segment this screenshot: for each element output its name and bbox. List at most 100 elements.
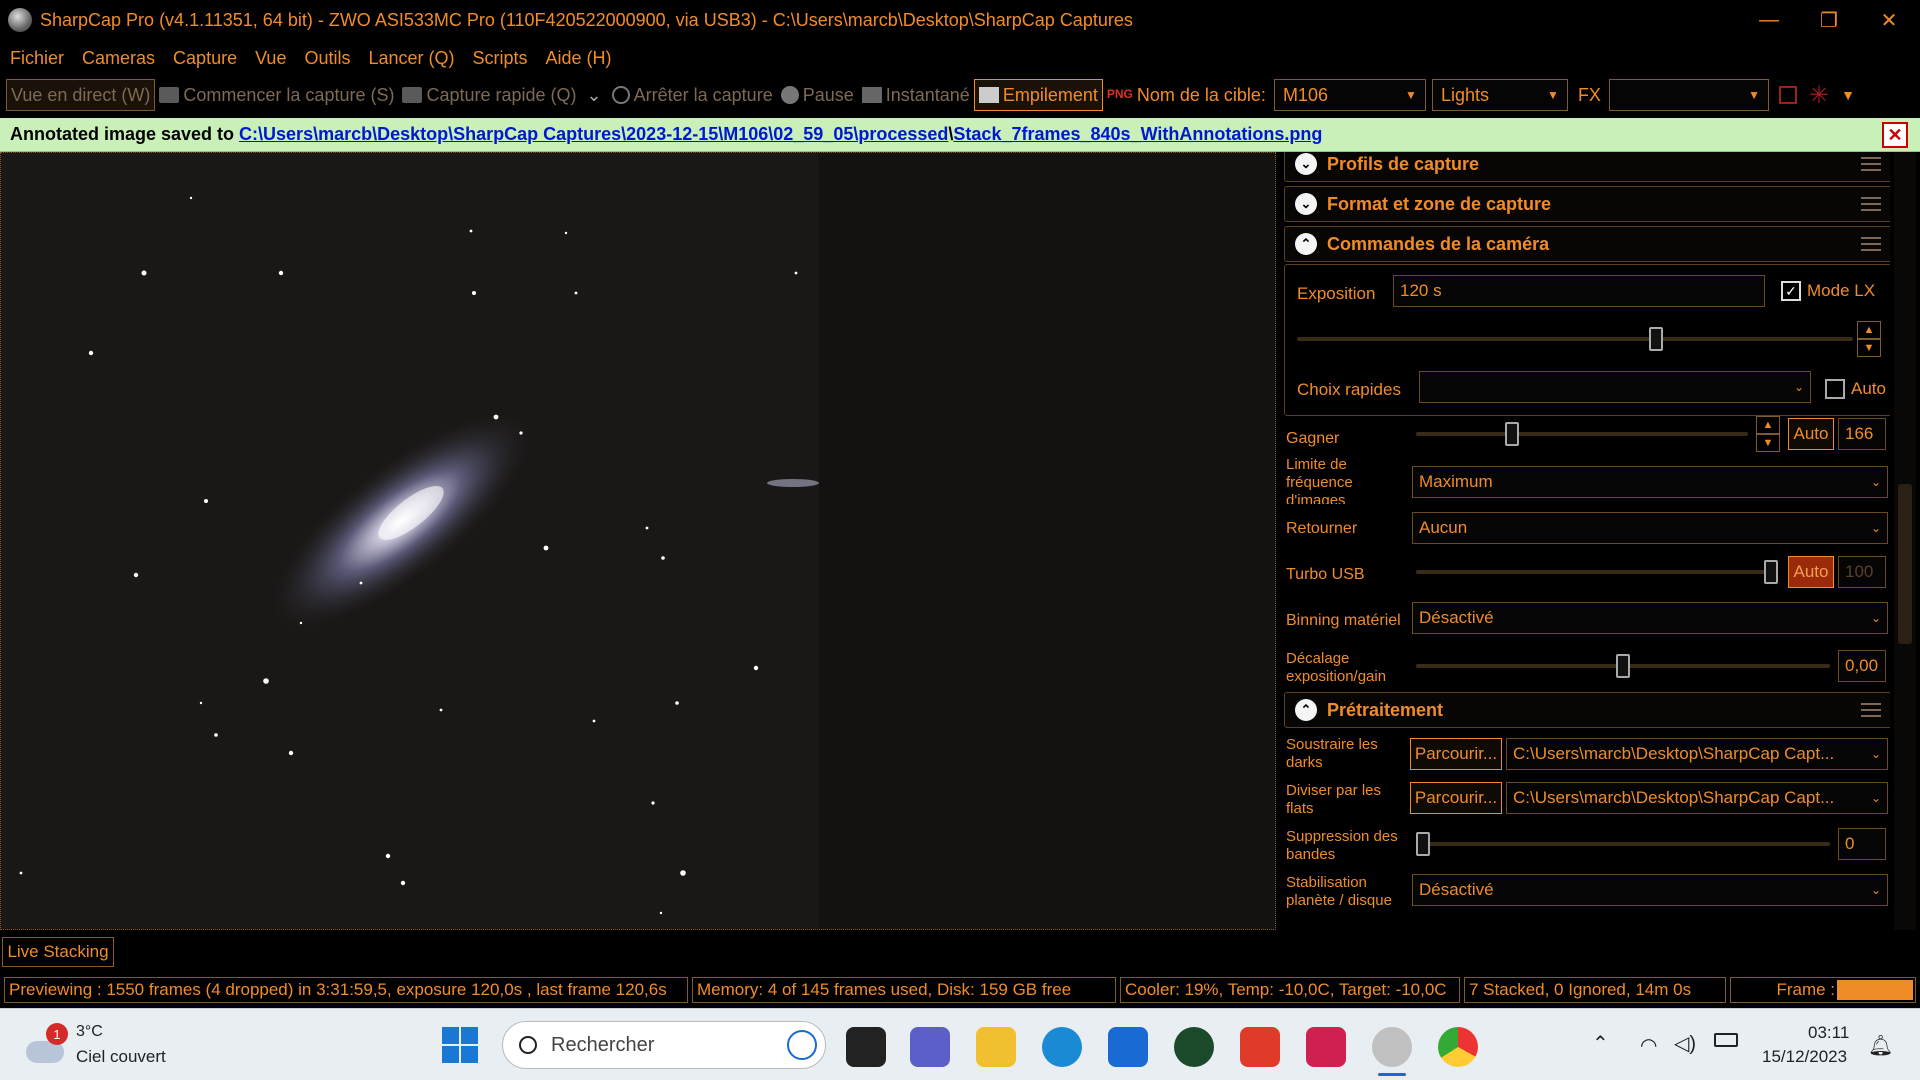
taskbar-search[interactable]: Rechercher	[502, 1021, 826, 1069]
binning-dropdown[interactable]: Désactivé ⌄	[1412, 602, 1888, 634]
gain-slider[interactable]	[1416, 432, 1748, 436]
stellarium-icon[interactable]	[1306, 1027, 1346, 1067]
exposure-up-icon[interactable]: ▲	[1857, 321, 1881, 339]
exposure-slider[interactable]	[1297, 337, 1853, 341]
offset-value[interactable]: 0,00	[1838, 650, 1886, 682]
notification-close-button[interactable]: ✕	[1882, 122, 1908, 148]
lx-mode-toggle[interactable]: ✓ Mode LX	[1781, 281, 1875, 301]
menu-aide[interactable]: Aide (H)	[546, 48, 612, 69]
banding-slider[interactable]	[1416, 842, 1830, 846]
frame-limit-dropdown[interactable]: Maximum ⌄	[1412, 466, 1888, 498]
flats-browse-button[interactable]: Parcourir...	[1410, 782, 1502, 814]
anydesk-icon[interactable]	[1240, 1027, 1280, 1067]
gain-up-icon[interactable]: ▲	[1756, 416, 1780, 434]
banding-value[interactable]: 0	[1838, 828, 1886, 860]
tray-chevron-up-icon[interactable]: ⌃	[1592, 1031, 1609, 1056]
hamburger-icon[interactable]	[1861, 237, 1881, 251]
chevron-up-icon: ⌃	[1295, 699, 1317, 721]
hamburger-icon[interactable]	[1861, 197, 1881, 211]
edge-icon[interactable]	[1042, 1027, 1082, 1067]
turbo-usb-slider[interactable]	[1416, 570, 1778, 574]
section-camera-controls[interactable]: ⌃ Commandes de la caméra	[1284, 226, 1890, 262]
snapshot-button[interactable]: Instantané	[858, 79, 974, 111]
darks-browse-button[interactable]: Parcourir...	[1410, 738, 1502, 770]
hamburger-icon[interactable]	[1861, 157, 1881, 171]
menu-scripts[interactable]: Scripts	[473, 48, 528, 69]
section-title: Commandes de la caméra	[1327, 233, 1550, 254]
m106-galaxy-image	[19, 196, 819, 915]
chrome-icon[interactable]	[1438, 1027, 1478, 1067]
section-preprocessing[interactable]: ⌃ Prétraitement	[1284, 692, 1890, 728]
quick-choices-dropdown[interactable]: ⌄	[1419, 371, 1811, 403]
section-title: Prétraitement	[1327, 699, 1444, 720]
banding-slider-thumb[interactable]	[1416, 832, 1430, 856]
stabilisation-dropdown[interactable]: Désactivé ⌄	[1412, 874, 1888, 906]
hamburger-icon[interactable]	[1861, 703, 1881, 717]
menu-lancer[interactable]: Lancer (Q)	[368, 48, 454, 69]
frame-type-dropdown[interactable]: Lights ▼	[1431, 79, 1568, 111]
menu-cameras[interactable]: Cameras	[82, 48, 155, 69]
gain-down-icon[interactable]: ▼	[1756, 434, 1780, 452]
restore-button[interactable]: ❐	[1800, 0, 1858, 40]
fx-dropdown[interactable]: ▼	[1608, 79, 1769, 111]
image-viewer[interactable]	[0, 152, 1276, 930]
clock-time[interactable]: 03:11	[1808, 1023, 1849, 1043]
pause-button[interactable]: Pause	[777, 79, 858, 111]
notification-message: Annotated image saved to C:\Users\marcb\…	[10, 124, 1322, 145]
turbo-usb-auto-button[interactable]: Auto	[1788, 556, 1834, 588]
teams-icon[interactable]	[910, 1027, 950, 1067]
processed-folder-link[interactable]: C:\Users\marcb\Desktop\SharpCap Captures…	[239, 124, 948, 144]
notifications-bell-icon[interactable]: 🔔︎	[1868, 1033, 1893, 1058]
menu-fichier[interactable]: Fichier	[10, 48, 64, 69]
start-capture-button[interactable]: Commencer la capture (S)	[155, 79, 398, 111]
offset-slider-thumb[interactable]	[1616, 654, 1630, 678]
gain-value[interactable]: 166	[1838, 418, 1886, 450]
windows-start-icon[interactable]	[442, 1027, 478, 1063]
quick-choices-auto-toggle[interactable]: Auto	[1825, 379, 1886, 399]
panel-scrollbar[interactable]	[1894, 152, 1916, 930]
volume-icon[interactable]: ◁)	[1674, 1031, 1696, 1056]
minimize-button[interactable]: —	[1740, 0, 1798, 40]
exposure-down-icon[interactable]: ▼	[1857, 339, 1881, 357]
menu-outils[interactable]: Outils	[304, 48, 350, 69]
task-view-icon[interactable]	[846, 1027, 886, 1067]
darks-path-dropdown[interactable]: C:\Users\marcb\Desktop\SharpCap Capt... ⌄	[1506, 738, 1888, 770]
saved-file-link[interactable]: Stack_7frames_840s_WithAnnotations.png	[953, 124, 1322, 144]
section-capture-profiles[interactable]: ⌄ Profils de capture	[1284, 152, 1890, 182]
close-window-button[interactable]: ✕	[1860, 0, 1918, 40]
turbo-usb-slider-thumb[interactable]	[1764, 560, 1778, 584]
flats-path-dropdown[interactable]: C:\Users\marcb\Desktop\SharpCap Capt... ⌄	[1506, 782, 1888, 814]
live-stacking-tab[interactable]: Live Stacking	[2, 937, 114, 967]
stacking-button[interactable]: Empilement	[973, 79, 1103, 111]
sharpcap-taskbar-icon[interactable]	[1372, 1027, 1412, 1067]
exposure-slider-thumb[interactable]	[1649, 327, 1664, 351]
turbo-usb-value[interactable]: 100	[1838, 556, 1886, 588]
record-icon[interactable]	[1778, 86, 1797, 104]
flip-dropdown[interactable]: Aucun ⌄	[1412, 512, 1888, 544]
stop-capture-button[interactable]: Arrêter la capture	[608, 79, 777, 111]
store-icon[interactable]	[1108, 1027, 1148, 1067]
file-explorer-icon[interactable]	[976, 1027, 1016, 1067]
snapshot-label: Instantané	[885, 84, 970, 105]
panel-scrollbar-thumb[interactable]	[1898, 484, 1912, 644]
wifi-icon[interactable]: ◠	[1640, 1033, 1657, 1058]
quick-capture-button[interactable]: Capture rapide (Q)	[398, 79, 580, 111]
menu-capture[interactable]: Capture	[173, 48, 237, 69]
phd2-icon[interactable]	[1174, 1027, 1214, 1067]
gain-auto-button[interactable]: Auto	[1788, 418, 1834, 450]
weather-widget[interactable]: 1	[26, 1023, 68, 1063]
offset-label: Décalage exposition/gain	[1286, 650, 1387, 685]
battery-icon[interactable]	[1714, 1033, 1738, 1047]
gain-slider-thumb[interactable]	[1505, 422, 1520, 446]
target-name-dropdown[interactable]: M106 ▼	[1273, 79, 1426, 111]
quick-capture-dropdown-icon[interactable]: ⌄	[581, 79, 608, 111]
reticle-icon[interactable]: ✳	[1809, 81, 1829, 110]
exposure-input[interactable]: 120 s	[1393, 275, 1765, 307]
section-capture-format[interactable]: ⌄ Format et zone de capture	[1284, 186, 1890, 222]
live-view-button[interactable]: Vue en direct (W)	[6, 79, 156, 111]
active-app-indicator	[1378, 1073, 1406, 1076]
clock-date[interactable]: 15/12/2023	[1762, 1047, 1847, 1067]
menu-vue[interactable]: Vue	[255, 48, 286, 69]
toolbar-more-icon[interactable]: ▼	[1841, 87, 1855, 103]
bing-icon	[787, 1030, 817, 1060]
